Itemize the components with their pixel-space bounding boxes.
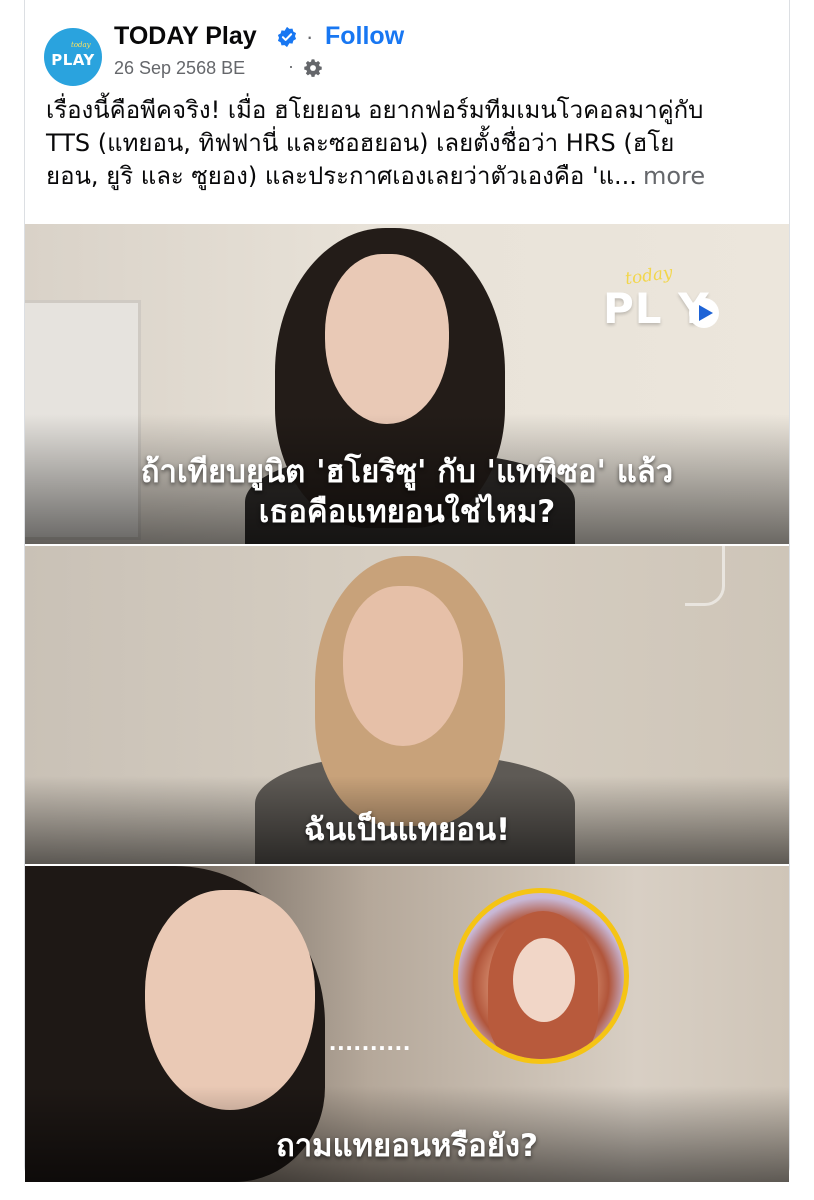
image-panel-3: .......... ถามแทยอนหรือยัง? — [25, 866, 789, 1182]
header-separator: · — [306, 24, 314, 49]
verified-badge-icon — [277, 26, 297, 48]
post-caption: เรื่องนี้คือพีคจริง! เมื่อ ฮโยยอน อยากฟอ… — [46, 94, 776, 193]
follow-button[interactable]: Follow — [325, 22, 404, 51]
avatar-small-text: today — [71, 41, 91, 49]
page-avatar[interactable]: today PLAY — [44, 28, 102, 86]
caption-line-text: ยอน, ยูริ และ ซูยอง) และประกาศเองเลยว่าต… — [46, 162, 637, 190]
today-play-watermark: today PL Y — [603, 258, 753, 338]
inset-portrait — [453, 888, 629, 1064]
image-panel-2: ฉันเป็นแทยอน! — [25, 546, 789, 864]
see-more-link[interactable]: more — [643, 162, 705, 190]
meta-separator: · — [288, 56, 294, 76]
play-icon — [689, 298, 719, 328]
gear-icon — [304, 59, 322, 77]
subtitle-line: ถ้าเทียบยูนิต 'ฮโยริซู' กับ 'แททิซอ' แล้… — [140, 454, 674, 490]
person-face — [343, 586, 463, 746]
caption-line: TTS (แทยอน, ทิฟฟานี่ และซอฮยอน) เลยตั้งช… — [46, 129, 675, 157]
page-name[interactable]: TODAY Play — [114, 22, 257, 51]
ellipsis-text: .......... — [329, 1026, 412, 1056]
caption-line: เรื่องนี้คือพีคจริง! เมื่อ ฮโยยอน อยากฟอ… — [46, 96, 704, 124]
image-panel-1: today PL Y ถ้าเทียบยูนิต 'ฮโยริซู' กับ '… — [25, 224, 789, 544]
subtitle-line: ถามแทยอนหรือยัง? — [276, 1128, 538, 1164]
portrait-face — [513, 938, 575, 1022]
subtitle-line: เธอคือแทยอนใช่ไหม? — [258, 494, 556, 530]
post-date[interactable]: 26 Sep 2568 BE — [114, 58, 245, 79]
post-image[interactable]: today PL Y ถ้าเทียบยูนิต 'ฮโยริซู' กับ '… — [25, 224, 789, 1182]
subtitle-line: ฉันเป็นแทยอน! — [303, 812, 511, 848]
avatar-text: PLAY — [51, 51, 95, 69]
wall-lamp — [685, 546, 725, 606]
person-face — [325, 254, 449, 424]
caption-line: ยอน, ยูริ และ ซูยอง) และประกาศเองเลยว่าต… — [46, 160, 776, 193]
person-face — [145, 890, 315, 1110]
